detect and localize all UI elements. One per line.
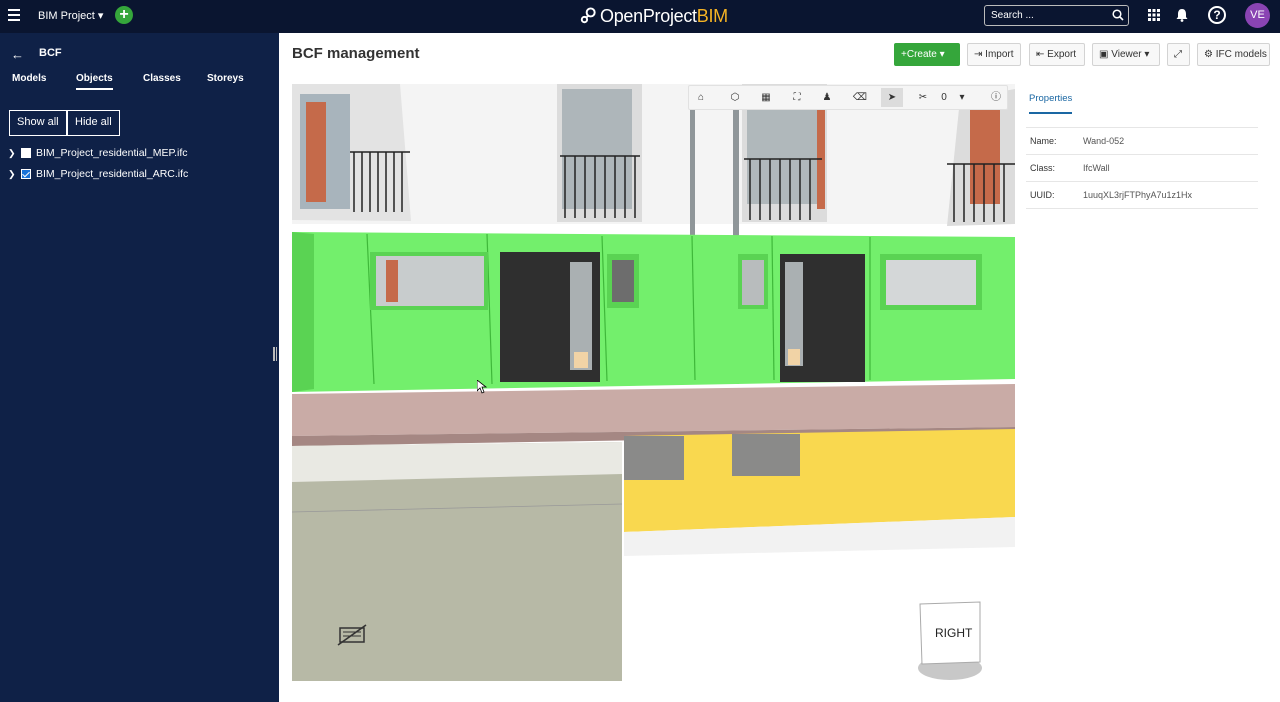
chevron-right-icon[interactable]: ❯ — [8, 148, 16, 159]
app-logo: OpenProjectBIM — [580, 5, 728, 27]
view-cube-label[interactable]: RIGHT — [935, 626, 972, 640]
select-cursor-icon[interactable]: ➤ — [881, 88, 903, 107]
logo-text-accent: BIM — [696, 5, 728, 26]
divider — [1026, 154, 1258, 155]
show-all-button[interactable]: Show all — [9, 110, 67, 136]
project-selector[interactable]: BIM Project ▾ — [38, 9, 103, 22]
main-content: BCF management +Create ▾ ⇥ Import ⇤ Expo… — [279, 33, 1280, 702]
ifc-models-label: IFC models — [1215, 49, 1267, 60]
tab-storeys[interactable]: Storeys — [207, 73, 244, 88]
fullscreen-icon: ⤢ — [1174, 49, 1182, 60]
search-placeholder: Search ... — [991, 10, 1034, 21]
tab-classes[interactable]: Classes — [143, 73, 181, 88]
viewer-dropdown-button[interactable]: ▣ Viewer ▾ — [1092, 43, 1160, 66]
model-checkbox[interactable] — [21, 169, 31, 179]
eraser-icon[interactable]: ⌫ — [849, 88, 871, 107]
caret-down-icon: ▾ — [97, 10, 104, 22]
property-value: Wand-052 — [1083, 136, 1125, 146]
view-cube[interactable] — [918, 601, 982, 680]
home-icon[interactable]: ⌂ — [690, 88, 712, 107]
top-navigation-bar: BIM Project ▾ + OpenProjectBIM Search ..… — [0, 0, 1280, 33]
import-button[interactable]: ⇥ Import — [967, 43, 1021, 66]
3d-cube-icon[interactable]: ⬡ — [724, 88, 746, 107]
property-value: IfcWall — [1083, 163, 1110, 173]
properties-panel: Properties Name: Wand-052 Class: IfcWall… — [1016, 84, 1280, 696]
model-name: BIM_Project_residential_MEP.ifc — [36, 147, 188, 159]
divider — [1026, 127, 1258, 128]
add-icon[interactable]: + — [115, 6, 133, 24]
divider — [1026, 181, 1258, 182]
sidebar-tabs: Models Objects Classes Storeys — [0, 73, 279, 93]
page-title: BCF management — [292, 45, 420, 62]
building-model-render[interactable] — [292, 84, 1015, 681]
property-key: UUID: — [1030, 190, 1055, 200]
export-label: Export — [1047, 49, 1077, 60]
user-avatar[interactable]: VE — [1245, 3, 1270, 28]
export-button[interactable]: ⇤ Export — [1029, 43, 1085, 66]
tab-properties[interactable]: Properties — [1029, 93, 1073, 114]
fullscreen-button[interactable]: ⤢ — [1167, 43, 1190, 66]
model-name: BIM_Project_residential_ARC.ifc — [36, 168, 189, 180]
ortho-grid-icon[interactable]: ▦ — [755, 88, 777, 107]
create-label: Create — [906, 49, 937, 60]
property-key: Name: — [1030, 136, 1057, 146]
modules-grid-icon[interactable] — [1148, 9, 1160, 21]
sidebar-title: BCF — [39, 47, 62, 59]
sidebar: ← BCF Models Objects Classes Storeys Sho… — [0, 33, 279, 702]
project-label: BIM Project — [38, 10, 95, 22]
model-tree-item[interactable]: ❯ BIM_Project_residential_ARC.ifc — [8, 168, 188, 180]
mouse-cursor-icon — [476, 379, 488, 399]
import-icon: ⇥ — [974, 49, 983, 60]
viewer-label: Viewer — [1111, 49, 1142, 60]
logo-mark-icon — [580, 7, 596, 24]
logo-text: OpenProject — [600, 5, 697, 26]
property-value: 1uuqXL3rjFTPhyA7u1z1Hx — [1083, 190, 1193, 200]
info-icon[interactable]: ⓘ — [985, 88, 1007, 107]
back-arrow-icon[interactable]: ← — [11, 47, 24, 62]
search-input[interactable]: Search ... — [984, 5, 1129, 26]
model-checkbox[interactable] — [21, 148, 31, 158]
create-button[interactable]: +Create ▾ — [894, 43, 960, 66]
property-key: Class: — [1030, 163, 1056, 173]
panel-resize-handle[interactable] — [273, 347, 277, 361]
bim-3d-viewer[interactable]: RIGHT — [292, 84, 1015, 681]
divider — [1026, 208, 1258, 209]
fit-view-icon[interactable]: ⛶ — [786, 88, 808, 107]
help-icon[interactable]: ? — [1208, 6, 1226, 24]
ifc-models-icon: ⚙ — [1204, 49, 1213, 60]
caret-down-icon: ▾ — [939, 49, 945, 60]
model-tree-item[interactable]: ❯ BIM_Project_residential_MEP.ifc — [8, 147, 188, 159]
tab-objects[interactable]: Objects — [76, 73, 113, 90]
first-person-icon[interactable]: ♟ — [816, 88, 838, 107]
menu-icon[interactable] — [8, 9, 20, 23]
search-icon[interactable] — [1112, 9, 1124, 21]
section-plane-scissors-icon[interactable]: ✂ — [912, 88, 934, 107]
hide-all-button[interactable]: Hide all — [67, 110, 120, 136]
tab-models[interactable]: Models — [12, 73, 46, 88]
import-label: Import — [985, 49, 1014, 60]
caret-down-icon[interactable]: ▾ — [951, 88, 973, 107]
viewer-toolbar: ⌂ ⬡ ▦ ⛶ ♟ ⌫ ➤ ✂ 0 ▾ ⓘ — [688, 85, 1008, 110]
ifc-models-button[interactable]: ⚙ IFC models — [1197, 43, 1270, 66]
export-icon: ⇤ — [1036, 49, 1045, 60]
cube-icon: ▣ — [1099, 49, 1109, 60]
caret-down-icon: ▾ — [1144, 49, 1150, 60]
notifications-bell-icon[interactable] — [1176, 8, 1188, 22]
chevron-right-icon[interactable]: ❯ — [8, 169, 16, 180]
